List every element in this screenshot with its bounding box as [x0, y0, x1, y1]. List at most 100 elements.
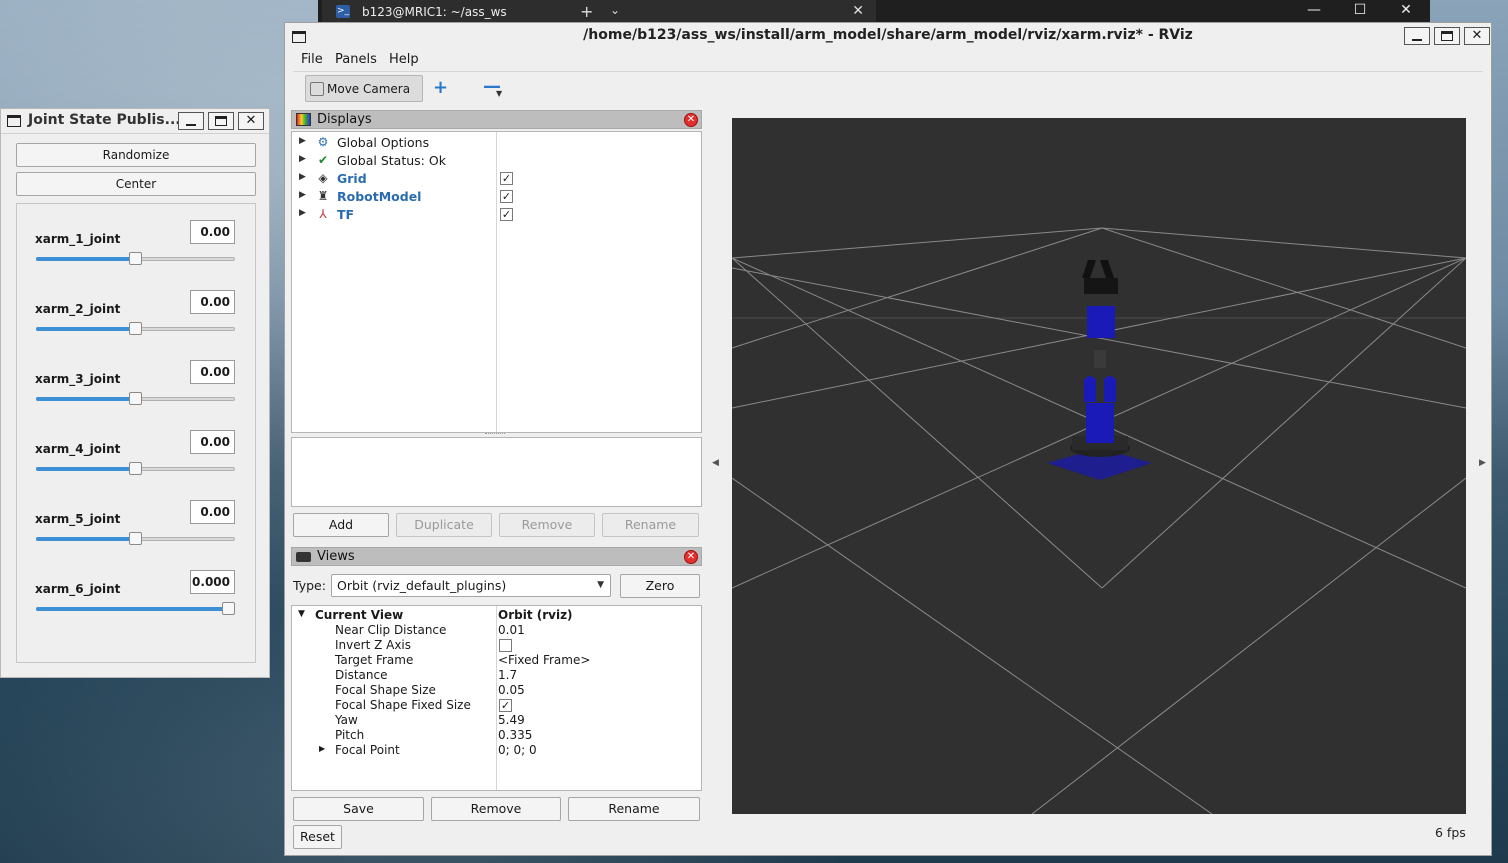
terminal-maximize-icon[interactable]: ☐: [1340, 0, 1380, 20]
terminal-minimize-icon[interactable]: —: [1294, 0, 1334, 20]
tab-dropdown-icon[interactable]: ⌄: [610, 3, 620, 17]
minimize-button[interactable]: [178, 112, 204, 130]
3d-viewport[interactable]: [732, 118, 1466, 814]
close-views-icon[interactable]: ✕: [684, 550, 698, 564]
display-item[interactable]: ▶ ◈ Grid ✓: [292, 170, 701, 188]
maximize-button[interactable]: [208, 112, 234, 130]
randomize-button[interactable]: Randomize: [16, 143, 256, 167]
jsp-titlebar[interactable]: Joint State Publis... ✕: [1, 109, 269, 134]
display-enabled-checkbox[interactable]: ✓: [500, 208, 513, 221]
save-view-button[interactable]: Save: [293, 797, 424, 821]
view-property-row[interactable]: Distance 1.7: [292, 668, 701, 683]
joint-name: xarm_1_joint: [35, 232, 121, 246]
expand-arrow-icon[interactable]: ▶: [319, 744, 325, 753]
display-item[interactable]: ▶ ⅄ TF ✓: [292, 206, 701, 224]
view-property-value[interactable]: 1.7: [498, 668, 517, 682]
rviz-titlebar[interactable]: /home/b123/ass_ws/install/arm_model/shar…: [285, 23, 1491, 49]
expand-arrow-icon[interactable]: ▶: [299, 208, 306, 218]
expand-arrow-icon[interactable]: ▶: [299, 190, 306, 200]
view-property-row[interactable]: Focal Shape Size 0.05: [292, 683, 701, 698]
view-property-row[interactable]: Focal Shape Fixed Size ✓: [292, 698, 701, 713]
joint-value-input[interactable]: 0.000: [190, 570, 235, 594]
menu-help[interactable]: Help: [389, 52, 419, 67]
view-property-value[interactable]: 0.335: [498, 728, 532, 742]
zero-view-button[interactable]: Zero: [620, 574, 700, 598]
display-item-label: RobotModel: [337, 189, 422, 204]
center-button[interactable]: Center: [16, 172, 256, 196]
view-property-row[interactable]: Invert Z Axis: [292, 638, 701, 653]
rviz-window: /home/b123/ass_ws/install/arm_model/shar…: [284, 22, 1492, 856]
expand-arrow-icon[interactable]: ▶: [299, 136, 306, 146]
view-property-row[interactable]: Near Clip Distance 0.01: [292, 623, 701, 638]
joint-slider-handle[interactable]: [129, 252, 142, 265]
joint-value-input[interactable]: 0.00: [190, 430, 235, 454]
close-button[interactable]: ✕: [238, 112, 264, 130]
joint-slider-handle[interactable]: [129, 532, 142, 545]
move-camera-button[interactable]: Move Camera: [305, 75, 423, 102]
display-item[interactable]: ▶ ♜ RobotModel ✓: [292, 188, 701, 206]
add-display-button[interactable]: Add: [293, 513, 389, 537]
collapse-right-panel-icon[interactable]: ▶: [1479, 458, 1486, 468]
view-property-value[interactable]: 0.05: [498, 683, 525, 697]
joint-slider-handle[interactable]: [129, 462, 142, 475]
joint-name: xarm_2_joint: [35, 302, 121, 316]
reset-button[interactable]: Reset: [293, 825, 342, 849]
view-property-row[interactable]: ▶ Focal Point 0; 0; 0: [292, 743, 701, 758]
joint-value-input[interactable]: 0.00: [190, 290, 235, 314]
view-property-label: Focal Shape Fixed Size: [335, 698, 471, 712]
view-property-row[interactable]: Yaw 5.49: [292, 713, 701, 728]
camera-icon: [296, 552, 311, 562]
close-displays-icon[interactable]: ✕: [684, 113, 698, 127]
views-title: Views: [317, 549, 355, 564]
remove-display-button[interactable]: Remove: [499, 513, 595, 537]
remove-view-button[interactable]: Remove: [431, 797, 561, 821]
expand-arrow-icon[interactable]: ▶: [299, 172, 306, 182]
display-item-label: Global Status: Ok: [337, 153, 446, 168]
duplicate-display-button[interactable]: Duplicate: [396, 513, 492, 537]
rename-view-button[interactable]: Rename: [568, 797, 700, 821]
collapse-left-panel-icon[interactable]: ◀: [712, 458, 719, 468]
rviz-minimize-button[interactable]: [1404, 27, 1430, 45]
display-enabled-checkbox[interactable]: ✓: [500, 172, 513, 185]
terminal-tab[interactable]: >_ b123@MRIC1: ~/ass_ws ✕: [322, 0, 876, 24]
rename-display-button[interactable]: Rename: [602, 513, 699, 537]
joint-slider-handle[interactable]: [222, 602, 235, 615]
display-item[interactable]: ▶ ⚙ Global Options: [292, 134, 701, 152]
joint-value-input[interactable]: 0.00: [190, 500, 235, 524]
view-property-value[interactable]: 0; 0; 0: [498, 743, 537, 757]
display-item[interactable]: ▶ ✔ Global Status: Ok: [292, 152, 701, 170]
current-view-row[interactable]: ▼ Current View Orbit (rviz): [292, 608, 701, 623]
joint-slider-fill: [36, 327, 135, 331]
view-property-label: Focal Point: [335, 743, 400, 757]
view-property-value[interactable]: <Fixed Frame>: [498, 653, 590, 667]
panel-splitter-handle[interactable]: [485, 433, 505, 436]
joint-value-input[interactable]: 0.00: [190, 360, 235, 384]
view-property-value[interactable]: 0.01: [498, 623, 525, 637]
display-item-label: TF: [337, 207, 355, 222]
fps-counter: 6 fps: [1435, 825, 1466, 840]
view-property-row[interactable]: Target Frame <Fixed Frame>: [292, 653, 701, 668]
menu-panels[interactable]: Panels: [335, 52, 377, 67]
rviz-close-button[interactable]: ✕: [1464, 27, 1490, 45]
view-property-checkbox[interactable]: [499, 639, 512, 652]
terminal-close-icon[interactable]: ✕: [1386, 0, 1426, 20]
joint-slider-handle[interactable]: [129, 392, 142, 405]
checkmark-icon: ✔: [317, 153, 329, 167]
add-tool-icon[interactable]: +: [433, 77, 448, 98]
new-tab-icon[interactable]: +: [580, 2, 593, 21]
display-enabled-checkbox[interactable]: ✓: [500, 190, 513, 203]
remove-tool-dropdown-icon[interactable]: ▼: [496, 89, 502, 98]
view-type-select[interactable]: Orbit (rviz_default_plugins) ▼: [331, 574, 611, 597]
view-property-value[interactable]: 5.49: [498, 713, 525, 727]
tool-bar: Move Camera + — ▼: [293, 71, 1483, 105]
close-tab-icon[interactable]: ✕: [852, 3, 864, 19]
maximize-icon: [215, 116, 227, 126]
joint-value-input[interactable]: 0.00: [190, 220, 235, 244]
chevron-down-icon: ▼: [597, 580, 604, 590]
view-property-row[interactable]: Pitch 0.335: [292, 728, 701, 743]
menu-file[interactable]: File: [301, 52, 323, 67]
joint-slider-handle[interactable]: [129, 322, 142, 335]
view-property-checkbox[interactable]: ✓: [499, 699, 512, 712]
expand-arrow-icon[interactable]: ▶: [299, 154, 306, 164]
rviz-maximize-button[interactable]: [1434, 27, 1460, 45]
